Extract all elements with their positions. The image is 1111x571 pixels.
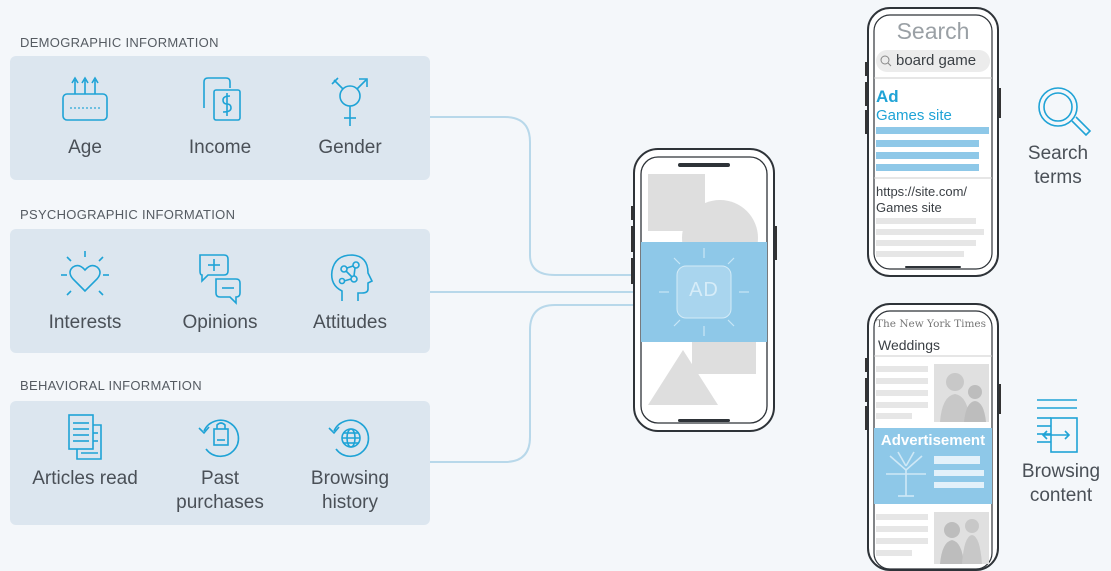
browsing-content-label: Browsing content [1021, 461, 1101, 506]
search-terms-label: Search terms [1027, 143, 1089, 188]
right-icons [1037, 87, 1092, 453]
browsing-content-icon [1037, 399, 1078, 453]
magnifier-icon [1038, 87, 1092, 137]
